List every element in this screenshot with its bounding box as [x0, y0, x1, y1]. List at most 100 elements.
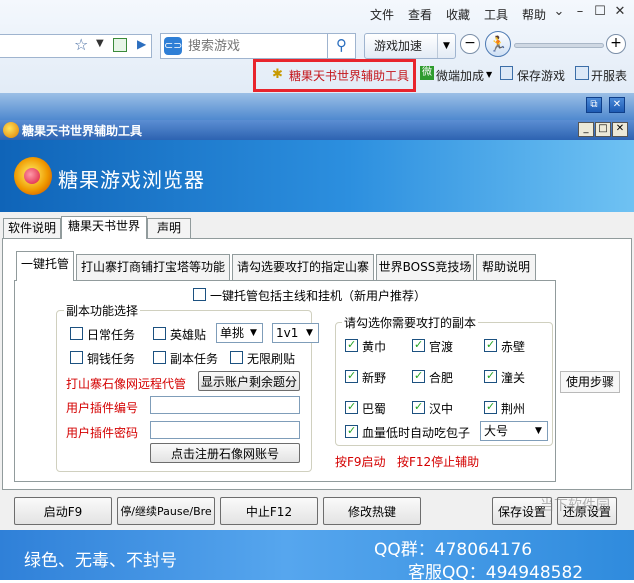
show-balance-button[interactable]: 显示账户剩余题分 [198, 371, 300, 391]
chevron-down-icon[interactable]: ▼ [302, 325, 317, 341]
save-game-button[interactable]: 保存游戏 [517, 67, 565, 84]
search-icon[interactable]: ⚲ [327, 33, 355, 59]
subtab-fortress[interactable]: 打山寨打商铺打宝塔等功能 [76, 254, 230, 280]
mode-select-value: 单挑 [220, 326, 245, 340]
target-hefei-checkbox[interactable] [412, 369, 425, 383]
close-icon[interactable]: ✕ [612, 122, 628, 137]
target-hanzhong-checkbox[interactable] [412, 400, 425, 414]
dungeon-task-checkbox[interactable] [153, 351, 166, 364]
target-xinye-checkbox[interactable] [345, 369, 358, 383]
speed-slider[interactable] [514, 43, 604, 48]
server-list-button[interactable]: 开服表 [591, 67, 627, 84]
micro-client-icon: 微 [420, 66, 434, 80]
image-icon[interactable] [113, 38, 127, 52]
chevron-down-icon[interactable]: ▼ [246, 325, 261, 341]
low-hp-eat-checkbox[interactable] [345, 424, 358, 438]
close-icon[interactable]: ✕ [612, 4, 628, 20]
target-huangjin-checkbox[interactable] [345, 338, 358, 352]
subtab-one-click[interactable]: 一键托管 [16, 251, 74, 281]
hero-post-label: 英雄贴 [170, 328, 207, 342]
menu-view[interactable]: 查看 [408, 6, 432, 23]
skin-icon[interactable]: ⌄ [551, 4, 567, 20]
tab-candy-world[interactable]: 糖果天书世界 [61, 216, 147, 239]
maximize-icon[interactable]: □ [595, 122, 611, 137]
save-game-icon [500, 66, 513, 80]
target-hefei-label: 合肥 [429, 371, 454, 385]
low-hp-eat-label: 血量低时自动吃包子 [362, 426, 471, 440]
chevron-down-icon[interactable]: ▼ [531, 423, 546, 439]
chevron-down-icon[interactable]: ▼ [96, 38, 104, 49]
target-chibi-label: 赤壁 [501, 340, 526, 354]
target-guandu-checkbox[interactable] [412, 338, 425, 352]
menu-tools[interactable]: 工具 [484, 6, 508, 23]
subtab-select-fortress[interactable]: 请勾选要攻打的指定山寨 [232, 254, 374, 280]
restore-icon[interactable]: ⧉ [586, 97, 602, 113]
plugin-id-input[interactable] [150, 396, 300, 414]
play-arrow-icon[interactable]: ▶ [137, 37, 146, 51]
micro-addon-button[interactable]: 微端加成 [436, 67, 484, 84]
game-speed-dropdown-icon[interactable]: ▼ [437, 34, 455, 58]
target-guandu-label: 官渡 [429, 340, 454, 354]
target-tongguan-label: 潼关 [501, 371, 526, 385]
daily-task-checkbox[interactable] [70, 327, 83, 340]
target-jingzhou-label: 荆州 [501, 402, 526, 416]
plugin-password-input[interactable] [150, 421, 300, 439]
tab-statement[interactable]: 声明 [147, 218, 191, 238]
team-select[interactable]: 1v1 ▼ [272, 323, 319, 343]
target-huangjin-label: 黄巾 [362, 340, 387, 354]
one-click-main-checkbox[interactable] [193, 288, 206, 301]
banner-title: 糖果游戏浏览器 [58, 168, 205, 192]
subtab-help[interactable]: 帮助说明 [476, 254, 536, 280]
start-button[interactable]: 启动F9 [14, 497, 112, 525]
minimize-icon[interactable]: _ [578, 122, 594, 137]
hero-post-checkbox[interactable] [153, 327, 166, 340]
search-input[interactable] [188, 36, 324, 56]
target-chibi-checkbox[interactable] [484, 338, 497, 352]
target-jingzhou-checkbox[interactable] [484, 400, 497, 414]
pause-button[interactable]: 停/继续Pause/Bre [117, 497, 215, 525]
target-bashu-checkbox[interactable] [345, 400, 358, 414]
menu-favorites[interactable]: 收藏 [446, 6, 470, 23]
server-list-icon [575, 66, 589, 80]
tab-software-info[interactable]: 软件说明 [3, 218, 61, 238]
maximize-icon[interactable]: ☐ [592, 4, 608, 20]
register-button[interactable]: 点击注册石像网账号 [150, 443, 300, 463]
minimize-icon[interactable]: – [572, 4, 588, 20]
remote-proxy-label: 打山寨石像网远程代管 [66, 377, 187, 391]
infinite-refresh-label: 无限刷贴 [247, 352, 296, 366]
target-xinye-label: 新野 [362, 371, 387, 385]
target-tongguan-checkbox[interactable] [484, 369, 497, 383]
menu-help[interactable]: 帮助 [522, 6, 546, 23]
runner-icon[interactable]: 🏃 [485, 31, 511, 57]
speed-plus-icon[interactable]: + [606, 34, 626, 54]
mode-select[interactable]: 单挑 ▼ [216, 323, 263, 343]
usage-steps-button[interactable]: 使用步骤 [560, 371, 620, 393]
helper-title: 糖果天书世界辅助工具 [22, 124, 143, 138]
potion-size-select[interactable]: 大号 ▼ [480, 421, 548, 441]
menu-file[interactable]: 文件 [370, 6, 394, 23]
dungeon-task-label: 副本任务 [170, 352, 219, 366]
speed-minus-icon[interactable]: − [460, 34, 480, 54]
one-click-main-label: 一键托管包括主线和挂机（新用户推荐） [210, 289, 427, 303]
copper-task-label: 铜钱任务 [87, 352, 136, 366]
infinite-refresh-checkbox[interactable] [230, 351, 243, 364]
target-bashu-label: 巴蜀 [362, 402, 387, 416]
copper-task-checkbox[interactable] [70, 351, 83, 364]
change-hotkey-button[interactable]: 修改热键 [323, 497, 421, 525]
plugin-id-label: 用户插件编号 [66, 401, 139, 415]
candy-logo-core [24, 168, 40, 184]
gamepad-icon: ⊂⊃ [164, 37, 182, 55]
candy-tool-button[interactable]: 糖果天书世界辅助工具 [289, 67, 409, 84]
daily-task-label: 日常任务 [87, 328, 136, 342]
chevron-down-icon[interactable]: ▼ [486, 70, 492, 79]
target-group-title: 请勾选你需要攻打的副本 [342, 314, 479, 331]
browser-tab-bar [0, 93, 634, 120]
close-icon[interactable]: ✕ [609, 97, 625, 113]
candy-tool-icon[interactable]: ✱ [272, 67, 283, 82]
dungeon-group-title: 副本功能选择 [64, 302, 141, 319]
stop-button[interactable]: 中止F12 [220, 497, 318, 525]
plugin-password-label: 用户插件密码 [66, 426, 139, 440]
favorite-star-icon[interactable]: ☆ [74, 35, 88, 54]
game-speed-label: 游戏加速 [374, 39, 423, 53]
subtab-world-boss[interactable]: 世界BOSS竞技场 [376, 254, 474, 280]
